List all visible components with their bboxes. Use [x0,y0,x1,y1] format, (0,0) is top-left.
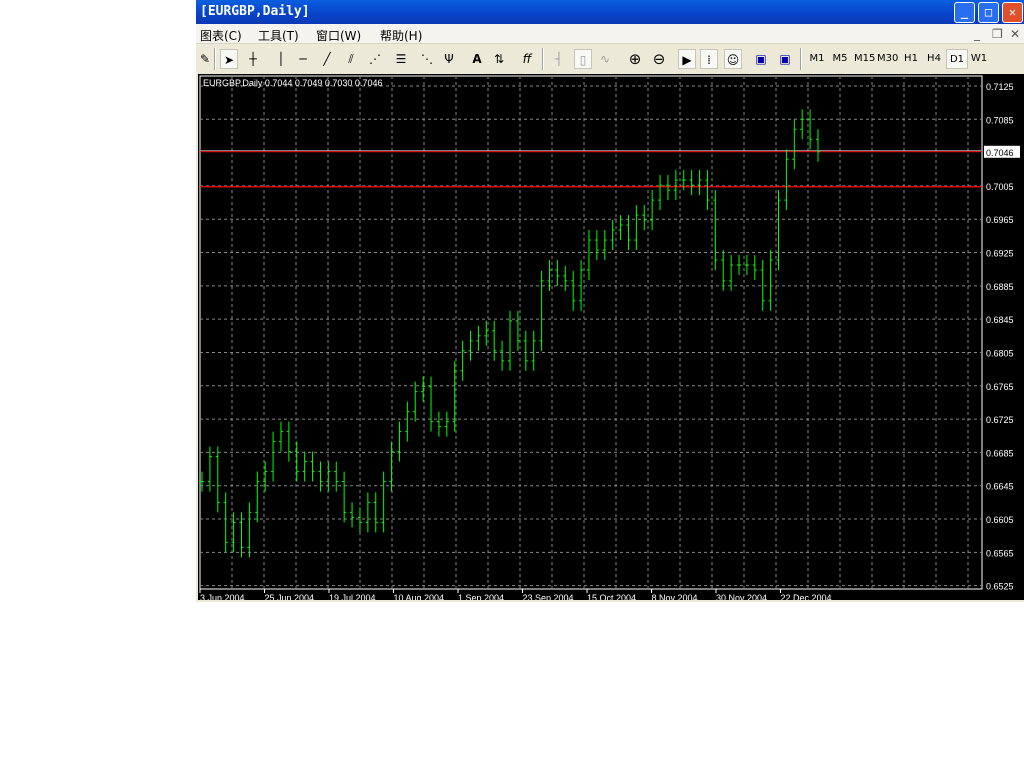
x-tick-label: 3 Jun 2004 [200,593,245,600]
y-tick-label: 0.7085 [986,115,1014,125]
expert-advisor-icon[interactable]: ☺ [724,49,742,69]
timeframe-w1[interactable]: W1 [970,49,988,69]
line-chart-icon[interactable]: ∿ [596,49,614,69]
bar-chart-icon[interactable]: ┤ [550,49,568,69]
x-tick-label: 23 Sep 2004 [523,593,574,600]
arrow-label-icon[interactable]: ⇅ [490,49,508,69]
timeframe-h4[interactable]: H4 [925,49,943,69]
close-button[interactable]: ✕ [1002,2,1023,23]
candlestick-icon[interactable]: ▯ [574,49,592,69]
menu-chart[interactable]: 图表(C) [200,27,242,44]
separator [542,48,544,70]
timeframe-d1[interactable]: D1 [946,49,968,69]
x-tick-label: 8 Nov 2004 [652,593,698,600]
plot-frame [199,75,983,590]
y-tick-label: 0.6565 [986,548,1014,558]
timeframe-m15[interactable]: M15 [854,49,875,69]
y-tick-label: 0.6685 [986,448,1014,458]
mdi-restore-icon[interactable]: ❐ [992,27,1003,41]
x-tick-label: 15 Oct 2004 [587,593,636,600]
cursor-tool-icon[interactable]: ➤ [220,49,238,69]
chart-info-label: EURGBP,Daily 0.7044 0.7049 0.7030 0.7046 [203,78,382,88]
y-tick-label: 0.6605 [986,515,1014,525]
timeframe-m30[interactable]: M30 [877,49,898,69]
channel-icon[interactable]: ⫽ [342,49,360,69]
maximize-button[interactable]: □ [978,2,999,23]
timeframe-m1[interactable]: M1 [808,49,826,69]
indicators-icon[interactable]: ▣ [752,49,770,69]
y-tick-label: 0.6645 [986,482,1014,492]
menu-help[interactable]: 帮助(H) [380,27,422,44]
mdi-close-icon[interactable]: ✕ [1010,27,1020,41]
minimize-button[interactable]: _ [954,2,975,23]
zoom-in-icon[interactable]: ⊕ [626,49,644,69]
fibo-arcs-icon[interactable]: Ψ [440,49,458,69]
templates-icon[interactable]: ▣ [776,49,794,69]
x-tick-label: 30 Nov 2004 [716,593,767,600]
x-tick-label: 25 Jun 2004 [265,593,315,600]
chart-svg: 0.7125 0.7085 0.7005 0.6965 0.6925 0.6885 0.68… [199,75,1020,600]
autoscroll-icon[interactable]: ▶ [678,49,696,69]
separator [214,48,216,70]
gann-fan-icon[interactable]: ⋰ [366,49,384,69]
chart-window: [EURGBP,Daily] _ □ ✕ 图表(C) 工具(T) 窗口(W) 帮… [196,0,1024,602]
trendline-icon[interactable]: ╱ [318,49,336,69]
chart-shift-icon[interactable]: ⁞ [700,49,718,69]
horizontal-line-icon[interactable]: ─ [294,49,312,69]
fibo-icon[interactable]: ff [518,49,536,69]
price-chart[interactable]: 0.7125 0.7085 0.7005 0.6965 0.6925 0.6885 0.68… [198,74,1024,600]
window-title: [EURGBP,Daily] [200,4,310,19]
x-tick-label: 10 Aug 2004 [394,593,445,600]
y-tick-label: 0.6845 [986,315,1014,325]
crosshair-tool-icon[interactable]: ┼ [244,49,262,69]
text-tool-icon[interactable]: A [468,49,486,69]
y-tick-label: 0.6525 [986,582,1014,592]
x-tick-label: 19 Jul 2004 [329,593,376,600]
y-tick-label: 0.6725 [986,415,1014,425]
menu-window[interactable]: 窗口(W) [316,27,361,44]
y-tick-label: 0.6885 [986,282,1014,292]
vertical-line-icon[interactable]: │ [272,49,290,69]
timeframe-h1[interactable]: H1 [902,49,920,69]
timeframe-m5[interactable]: M5 [831,49,849,69]
fibo-retracement-icon[interactable]: ☰ [392,49,410,69]
x-tick-label: 1 Sep 2004 [458,593,504,600]
current-price-label: 0.7046 [986,148,1014,158]
fibo-fan-icon[interactable]: ⋱ [418,49,436,69]
x-tick-label: 22 Dec 2004 [781,593,832,600]
menu-tools[interactable]: 工具(T) [258,27,299,44]
y-tick-label: 0.7005 [986,182,1014,192]
y-tick-label: 0.6925 [986,249,1014,259]
mdi-minimize-icon[interactable]: _ [974,27,980,41]
pencil-icon[interactable]: ✎ [196,49,214,69]
y-tick-label: 0.6765 [986,382,1014,392]
y-tick-label: 0.6965 [986,215,1014,225]
separator [800,48,802,70]
zoom-out-icon[interactable]: ⊖ [650,49,668,69]
title-bar: [EURGBP,Daily] _ □ ✕ [196,0,1024,24]
toolbar: ✎ ➤ ┼ │ ─ ╱ ⫽ ⋰ ☰ ⋱ Ψ A ⇅ ff ┤ ▯ ∿ ⊕ ⊖ ▶… [196,44,1024,72]
y-tick-label: 0.6805 [986,348,1014,358]
menu-bar: 图表(C) 工具(T) 窗口(W) 帮助(H) _ ❐ ✕ [196,24,1024,44]
y-tick-label: 0.7125 [986,82,1014,92]
